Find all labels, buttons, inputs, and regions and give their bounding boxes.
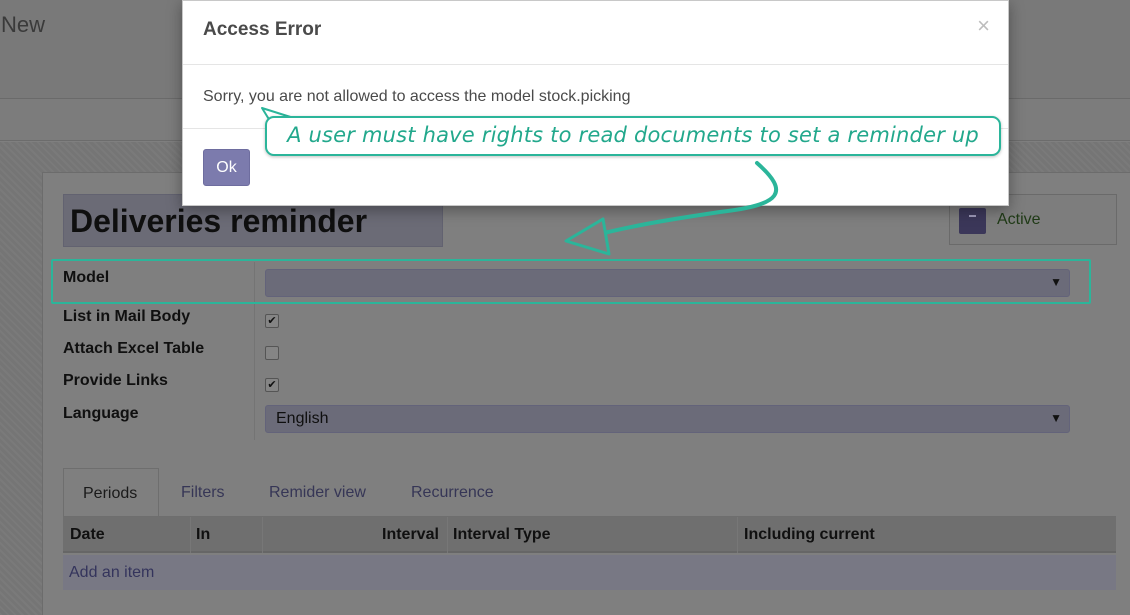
language-select-value: English — [276, 410, 329, 427]
tab-recurrence[interactable]: Recurrence — [393, 468, 512, 517]
language-label: Language — [63, 405, 139, 422]
periods-grid-add-row: Add an item — [63, 555, 1116, 590]
provide-links-label: Provide Links — [63, 372, 168, 389]
attach-excel-table-checkbox[interactable] — [265, 346, 279, 360]
dialog-message: Sorry, you are not allowed to access the… — [203, 88, 631, 105]
model-field-highlight — [51, 259, 1091, 304]
tab-periods[interactable]: Periods — [63, 468, 159, 517]
periods-grid-header: Date In Interval Interval Type Including… — [63, 517, 1116, 553]
column-divider — [262, 517, 263, 553]
provide-links-checkbox[interactable]: ✔ — [265, 378, 279, 392]
language-select[interactable]: English ▼ — [265, 405, 1070, 433]
annotation-callout: A user must have rights to read document… — [265, 116, 1001, 156]
dialog-title: Access Error — [203, 19, 322, 40]
column-divider — [447, 517, 448, 553]
add-an-item-link[interactable]: Add an item — [69, 564, 154, 582]
ok-button[interactable]: Ok — [203, 149, 250, 186]
breadcrumb-title[interactable]: New — [1, 12, 45, 38]
column-header-interval[interactable]: Interval — [382, 526, 439, 544]
column-header-including-current[interactable]: Including current — [744, 526, 875, 544]
column-divider — [190, 517, 191, 553]
annotation-callout-text: A user must have rights to read document… — [287, 123, 979, 147]
dialog-header: Access Error × — [183, 1, 1008, 65]
tab-filters[interactable]: Filters — [163, 468, 243, 517]
attach-excel-table-label: Attach Excel Table — [63, 340, 205, 357]
close-icon[interactable]: × — [977, 13, 990, 39]
column-divider — [737, 517, 738, 553]
active-label: Active — [997, 211, 1041, 228]
tab-remider-view[interactable]: Remider view — [251, 468, 384, 517]
access-error-dialog: Access Error × Sorry, you are not allowe… — [182, 0, 1009, 206]
column-header-date[interactable]: Date — [70, 526, 105, 544]
list-in-mail-body-label: List in Mail Body — [63, 308, 191, 325]
archive-icon — [959, 208, 986, 234]
list-in-mail-body-checkbox[interactable]: ✔ — [265, 314, 279, 328]
caret-down-icon: ▼ — [1050, 411, 1062, 425]
column-header-interval-type[interactable]: Interval Type — [453, 526, 551, 544]
column-header-in[interactable]: In — [196, 526, 210, 544]
